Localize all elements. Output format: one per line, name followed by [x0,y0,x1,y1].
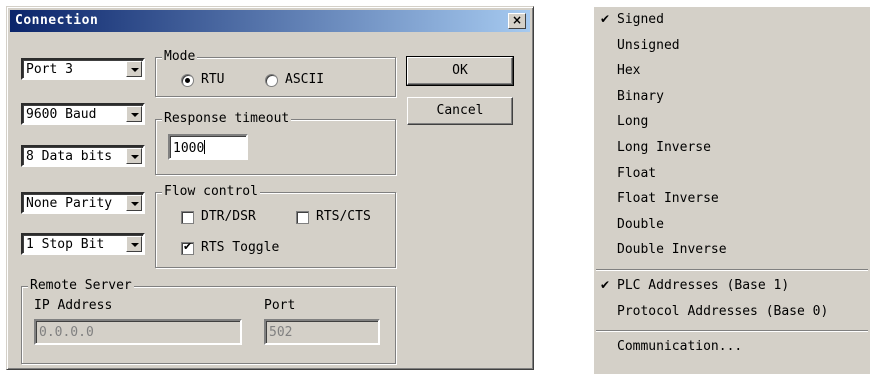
chevron-down-icon[interactable] [126,195,142,211]
flow-control-group: Flow control DTR/DSR RTS/CTS RTS Toggle [155,184,396,268]
menu-item-plc-addresses-base-1[interactable]: ✔ PLC Addresses (Base 1) [594,275,870,300]
menu-item-protocol-addresses-base-0[interactable]: Protocol Addresses (Base 0) [594,301,870,326]
ok-button[interactable]: OK [406,56,514,86]
data-bits-select[interactable]: 8 Data bits [21,145,145,167]
checkmark-icon: ✔ [600,12,611,26]
menu-item-label: Long [617,114,649,130]
display-format-menu: ✔ Signed Unsigned Hex Binary Long Long Inverse… [593,6,870,374]
title-bar[interactable]: Connection × [10,10,530,32]
port-label: Port [264,298,296,313]
menu-item-label: Signed [617,12,664,27]
ip-address-input[interactable]: 0.0.0.0 [34,319,242,345]
remote-server-group: Remote Server IP Address 0.0.0.0 Port 50… [21,278,396,364]
ascii-label[interactable]: ASCII [285,72,324,87]
menu-item-double[interactable]: Double [594,214,870,239]
menu-item-signed[interactable]: ✔ Signed [594,9,870,34]
menu-item-unsigned[interactable]: Unsigned [594,35,870,60]
stop-bits-select[interactable]: 1 Stop Bit [21,233,145,255]
baud-value: 9600 Baud [26,107,97,122]
chevron-down-icon[interactable] [126,236,142,252]
connection-dialog: Connection × Port 3 9600 Baud 8 Data bit… [6,6,534,370]
rtu-radio[interactable] [181,74,194,87]
rts-toggle-checkbox[interactable] [181,240,194,255]
dtr-dsr-checkbox[interactable] [181,211,194,224]
menu-item-label: Communication... [617,339,743,355]
ascii-radio[interactable] [265,74,278,87]
stop-bits-value: 1 Stop Bit [26,237,105,252]
menu-item-label: Long Inverse [617,140,711,155]
menu-item-float-inverse[interactable]: Float Inverse [594,188,870,213]
response-timeout-input[interactable]: 1000 [168,134,248,160]
response-timeout-group: Response timeout 1000 [155,111,396,175]
mode-legend: Mode [162,49,198,64]
port-value: Port 3 [26,62,73,77]
flow-control-legend: Flow control [162,184,260,199]
close-button[interactable]: × [508,13,526,29]
menu-item-label: Float Inverse [617,191,719,207]
menu-item-float[interactable]: Float [594,163,870,188]
menu-item-label: Binary [617,88,664,104]
menu-item-label: Float [617,165,657,181]
menu-separator [596,330,868,333]
menu-item-communication[interactable]: Communication... [594,336,870,361]
parity-select[interactable]: None Parity [21,192,145,214]
menu-item-binary[interactable]: Binary [594,86,870,111]
port-input[interactable]: 502 [264,319,380,345]
menu-item-label: Protocol Addresses (Base 0) [617,303,829,319]
parity-value: None Parity [26,196,113,211]
menu-separator [596,269,868,271]
port-input-value: 502 [269,325,293,340]
menu-item-label: Double [617,216,664,232]
menu-item-long-inverse[interactable]: Long Inverse [594,137,870,162]
close-icon: × [511,13,523,27]
ip-address-value: 0.0.0.0 [39,325,94,340]
menu-item-label: PLC Addresses (Base 1) [617,278,790,293]
dtr-dsr-label[interactable]: DTR/DSR [201,209,256,224]
remote-server-legend: Remote Server [28,278,134,293]
mode-group: Mode RTU ASCII [155,49,396,97]
menu-item-double-inverse[interactable]: Double Inverse [594,239,870,264]
rtu-label[interactable]: RTU [201,72,224,87]
menu-item-hex[interactable]: Hex [594,60,870,85]
chevron-down-icon[interactable] [126,61,142,77]
response-timeout-value: 1000 [173,141,205,156]
baud-select[interactable]: 9600 Baud [21,103,145,125]
chevron-down-icon[interactable] [126,148,142,164]
data-bits-value: 8 Data bits [26,149,113,164]
cancel-button[interactable]: Cancel [407,97,513,125]
rts-cts-label[interactable]: RTS/CTS [316,209,371,224]
checkmark-icon: ✔ [600,278,611,292]
response-timeout-legend: Response timeout [162,111,292,126]
menu-item-label: Hex [617,63,641,79]
ip-address-label: IP Address [34,298,113,313]
dialog-title: Connection [15,13,99,28]
menu-item-label: Double Inverse [617,242,727,258]
text-caret [204,140,206,154]
rts-cts-checkbox[interactable] [296,211,309,224]
port-select[interactable]: Port 3 [21,58,145,80]
menu-item-long[interactable]: Long [594,111,870,136]
menu-item-label: Unsigned [617,37,680,53]
chevron-down-icon[interactable] [126,106,142,122]
rts-toggle-label[interactable]: RTS Toggle [201,240,279,255]
